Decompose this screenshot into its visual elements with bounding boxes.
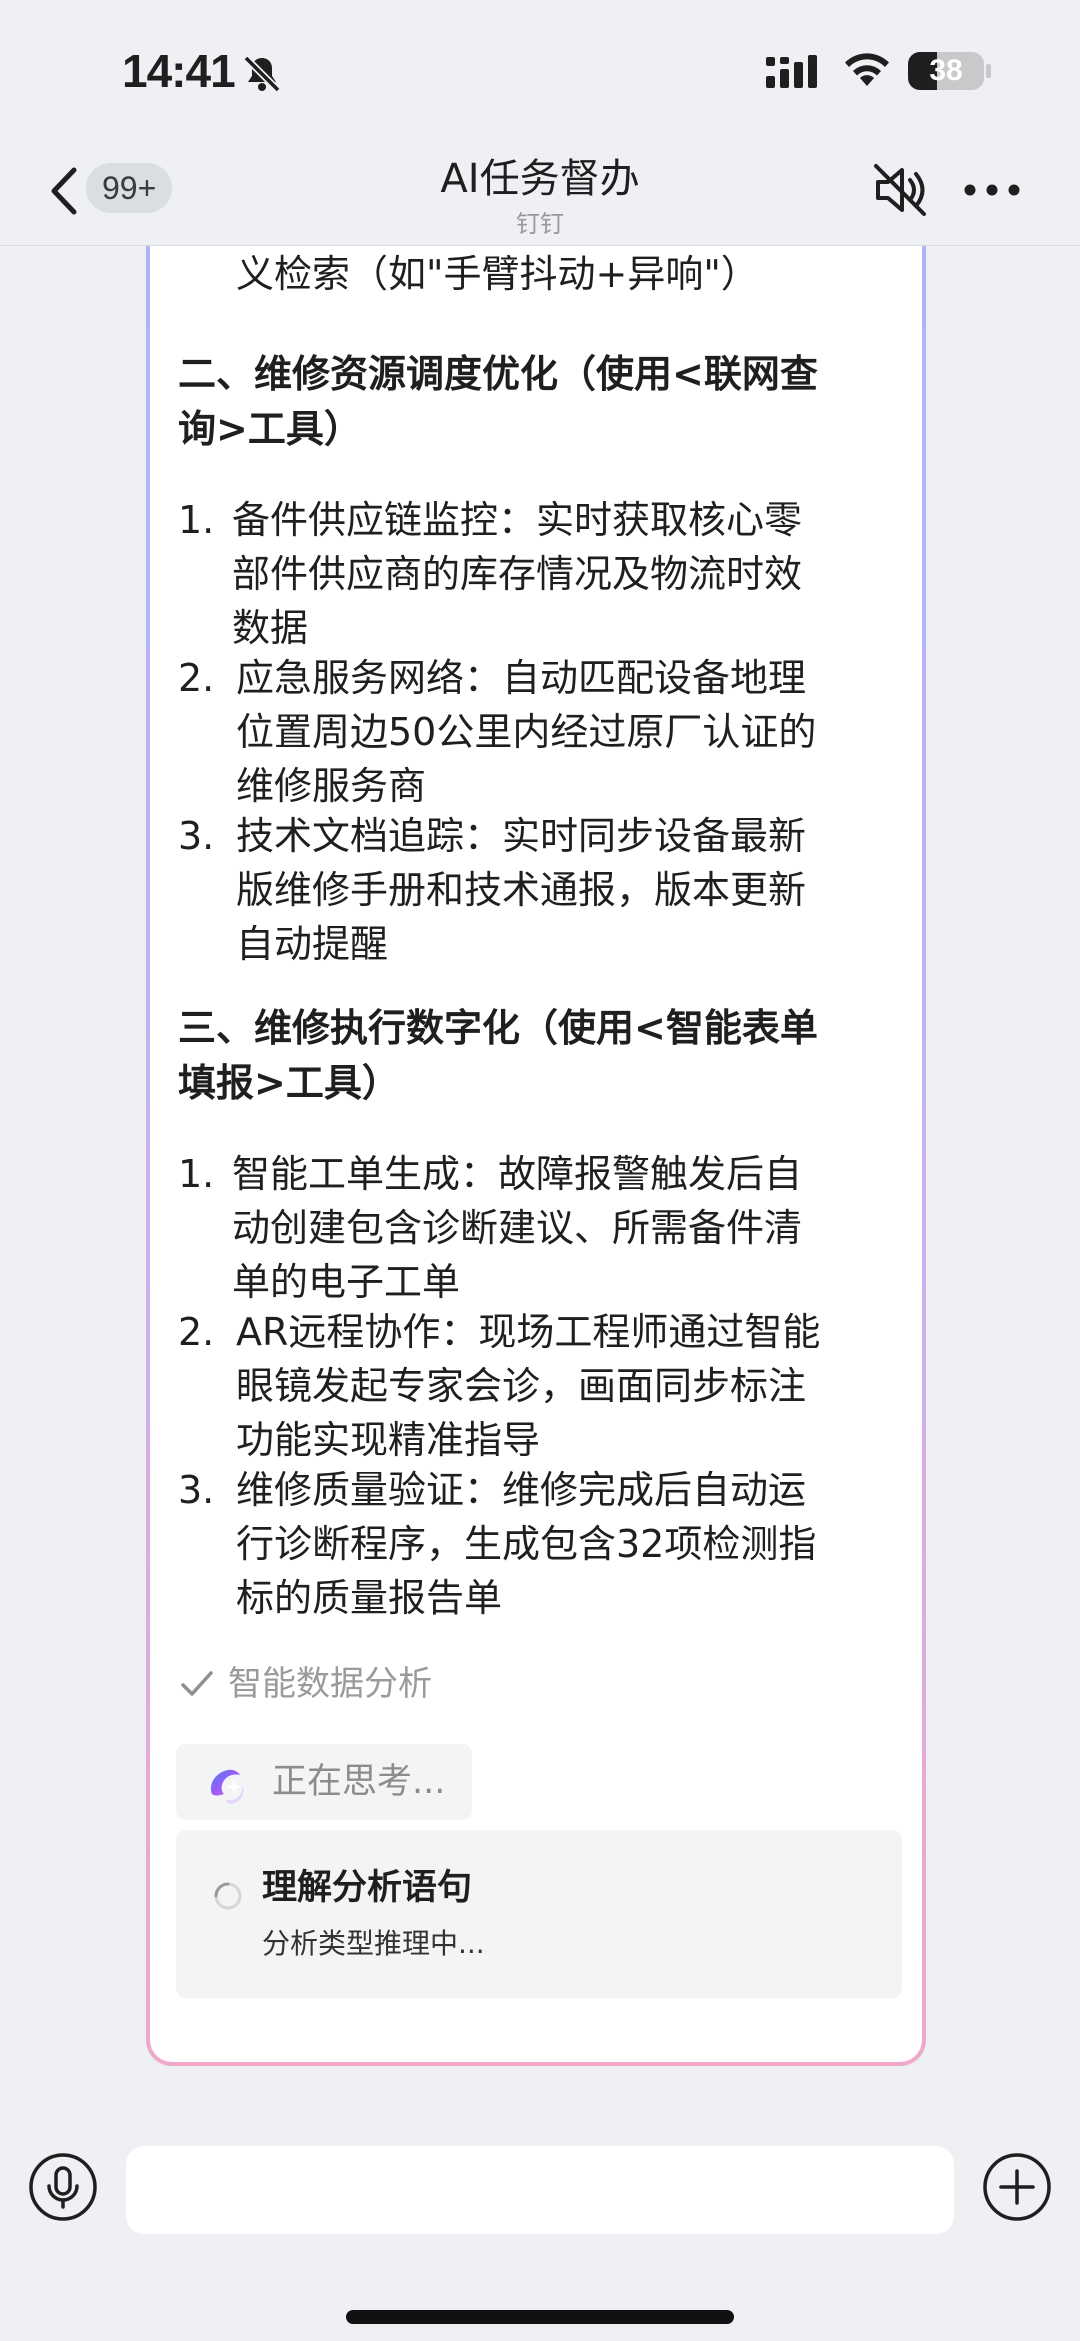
list-item-line: 备件供应链监控：实时获取核心零 [232,498,803,542]
list-item-line: 部件供应商的库存情况及物流时效 [232,552,803,596]
list-number: 3. [178,814,215,858]
battery-cap [986,64,991,78]
list-number: 3. [178,1468,215,1512]
list-item-line: 功能实现精准指导 [236,1418,541,1462]
speaker-muted-icon[interactable] [868,158,932,222]
current-step-box: 理解分析语句 分析类型推理中... [176,1830,902,1998]
section-heading: 三、维修执行数字化（使用<智能表单 [178,1006,818,1050]
battery-icon: 38 [908,52,984,90]
list-item-line: 眼镜发起专家会诊，画面同步标注 [236,1364,807,1408]
completed-step-label: 智能数据分析 [228,1664,432,1704]
section-heading: 询>工具） [178,407,362,451]
thinking-indicator: 正在思考... [176,1744,472,1820]
list-number: 1. [178,1152,215,1196]
list-item-line: 维修服务商 [236,764,427,808]
signal-icon [766,55,817,88]
status-time: 14:41 [122,45,236,97]
nav-bar: 99+ AI任务督办 钉钉 [0,130,1080,246]
list-number: 2. [178,1310,215,1354]
microphone-icon[interactable] [28,2152,98,2222]
thinking-label: 正在思考... [272,1762,446,1802]
current-step-title: 理解分析语句 [262,1868,473,1908]
list-number: 2. [178,656,215,700]
list-item-line: AR远程协作：现场工程师通过智能 [236,1310,821,1354]
section-heading: 填报>工具） [178,1061,400,1105]
more-dots-icon[interactable] [962,172,1022,208]
loading-spinner-icon [214,1882,242,1910]
message-input[interactable] [126,2146,954,2234]
list-item-line: 位置周边50公里内经过原厂认证的 [236,710,817,754]
list-item-line: 动创建包含诊断建议、所需备件清 [232,1206,803,1250]
section-heading: 二、维修资源调度优化（使用<联网查 [178,352,818,396]
input-bar [0,2110,1080,2341]
list-item-line: 数据 [232,606,309,650]
current-step-desc: 分析类型推理中... [262,1927,485,1960]
list-number: 1. [178,498,215,542]
status-bar: 14:41 38 [0,0,1080,130]
list-item-line: 行诊断程序，生成包含32项检测指 [236,1522,817,1566]
list-item-line: 维修质量验证：维修完成后自动运 [236,1468,807,1512]
battery-level: 38 [929,54,963,87]
list-item-line: 版维修手册和技术通报，版本更新 [236,868,807,912]
list-item-line: 智能工单生成：故障报警触发后自 [232,1152,803,1196]
message-line: 义检索（如"手臂抖动+异响"） [236,252,759,296]
screen: 14:41 38 99+ AI任务督办 钉钉 义检索（如"手臂抖动+异响"） 二… [0,0,1080,2341]
check-icon [181,1671,213,1696]
list-item-line: 单的电子工单 [232,1260,461,1304]
ai-sparkle-icon [210,1769,244,1804]
plus-circle-icon[interactable] [982,2152,1052,2222]
bell-slash-icon [243,55,281,93]
home-indicator [346,2310,734,2324]
list-item-line: 应急服务网络：自动匹配设备地理 [236,656,807,700]
list-item-line: 自动提醒 [236,922,389,966]
list-item-line: 标的质量报告单 [236,1576,503,1620]
wifi-icon [845,53,889,86]
list-item-line: 技术文档追踪：实时同步设备最新 [236,814,807,858]
chat-area: 实显故障特征，支持模糊语 义检索（如"手臂抖动+异响"） 二、维修资源调度优化（… [0,246,1080,2086]
